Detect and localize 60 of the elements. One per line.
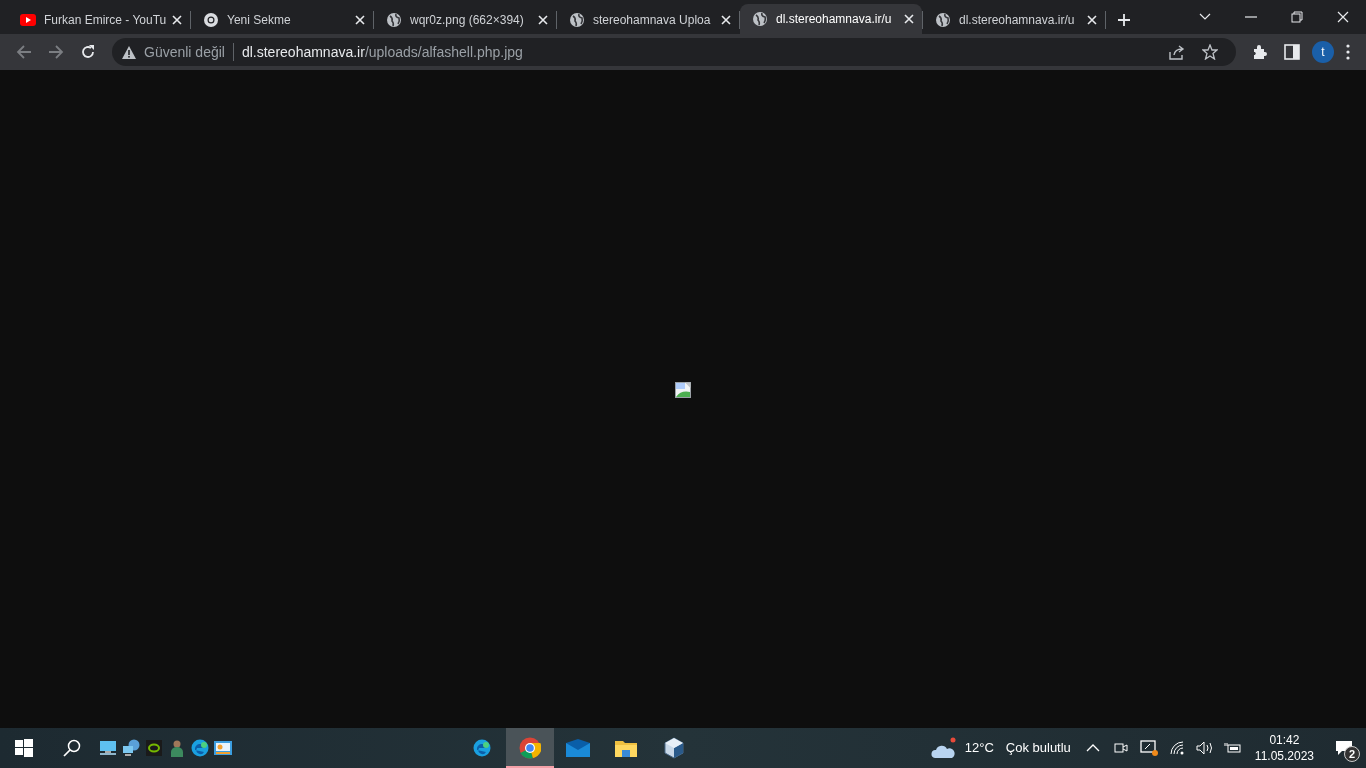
youtube-icon (20, 14, 36, 26)
globe-icon (752, 11, 768, 27)
close-icon[interactable] (538, 15, 548, 25)
folder-icon (615, 739, 638, 757)
person-icon (169, 739, 184, 757)
browser-tab[interactable]: Furkan Emirce - YouTu (8, 6, 190, 34)
cube-icon (664, 737, 685, 759)
taskbar-app-button[interactable] (506, 728, 555, 768)
browser-tab[interactable]: wqr0z.png (662×394) (374, 6, 556, 34)
screen-badge-icon (1139, 740, 1158, 756)
close-icon (1337, 11, 1349, 23)
close-icon[interactable] (721, 15, 731, 25)
security-status[interactable]: Güvenli değil (144, 41, 225, 63)
close-icon[interactable] (904, 14, 914, 24)
star-icon (1202, 44, 1218, 60)
weather-condition-text: Çok bulutlu (1005, 739, 1071, 758)
windows-logo-icon (15, 739, 33, 757)
restore-icon (1291, 11, 1303, 23)
edge-browser-icon (473, 739, 492, 757)
mail-envelope-icon (566, 739, 591, 757)
notifications-button[interactable]: 2 (1322, 728, 1366, 768)
browser-tab[interactable]: dl.stereohamnava.ir/u (740, 4, 922, 34)
globe-icon (386, 12, 402, 28)
kebab-menu-icon (1346, 44, 1350, 60)
clock[interactable]: 01:42 11.05.2023 (1246, 728, 1322, 768)
video-camera-icon (1113, 741, 1128, 755)
puzzle-icon (1252, 44, 1268, 60)
globe-icon (935, 12, 951, 28)
cloud-moon-icon (930, 737, 957, 759)
close-icon[interactable] (1087, 15, 1097, 25)
globe-icon (569, 12, 585, 28)
broken-image-icon (675, 382, 691, 398)
weather-widget[interactable]: 12°C Çok bulutlu (922, 728, 1079, 768)
plus-icon (1118, 14, 1130, 26)
temperature-text: 12°C (964, 739, 994, 758)
warning-icon (122, 45, 136, 59)
back-arrow-icon (16, 44, 32, 60)
chevron-up-icon (1085, 744, 1100, 752)
chrome-browser-icon (519, 737, 542, 759)
edge-browser-icon (190, 739, 209, 757)
share-icon (1168, 44, 1186, 60)
chrome-icon (203, 12, 219, 28)
network-computers-icon (121, 739, 140, 757)
control-panel-icon (213, 741, 232, 755)
reload-icon (80, 44, 96, 60)
monitor-icon (98, 740, 117, 756)
browser-tab[interactable]: dl.stereohamnava.ir/u (923, 6, 1105, 34)
search-icon (63, 739, 81, 757)
browser-tab[interactable]: Yeni Sekme (191, 6, 373, 34)
url-field[interactable]: dl.stereohamnava.ir/uploads/alfashell.php.jpg (241, 41, 1160, 63)
browser-tab[interactable]: stereohamnava Uploa (557, 6, 739, 34)
close-icon[interactable] (172, 15, 182, 25)
forward-arrow-icon (48, 44, 64, 60)
side-panel-icon (1284, 44, 1300, 60)
wifi-icon (1169, 741, 1184, 755)
battery-plug-icon (1223, 742, 1242, 754)
notification-count: 2 (1344, 746, 1360, 762)
close-icon[interactable] (355, 15, 365, 25)
profile-avatar[interactable]: t (1312, 41, 1334, 63)
speaker-icon (1195, 741, 1214, 755)
